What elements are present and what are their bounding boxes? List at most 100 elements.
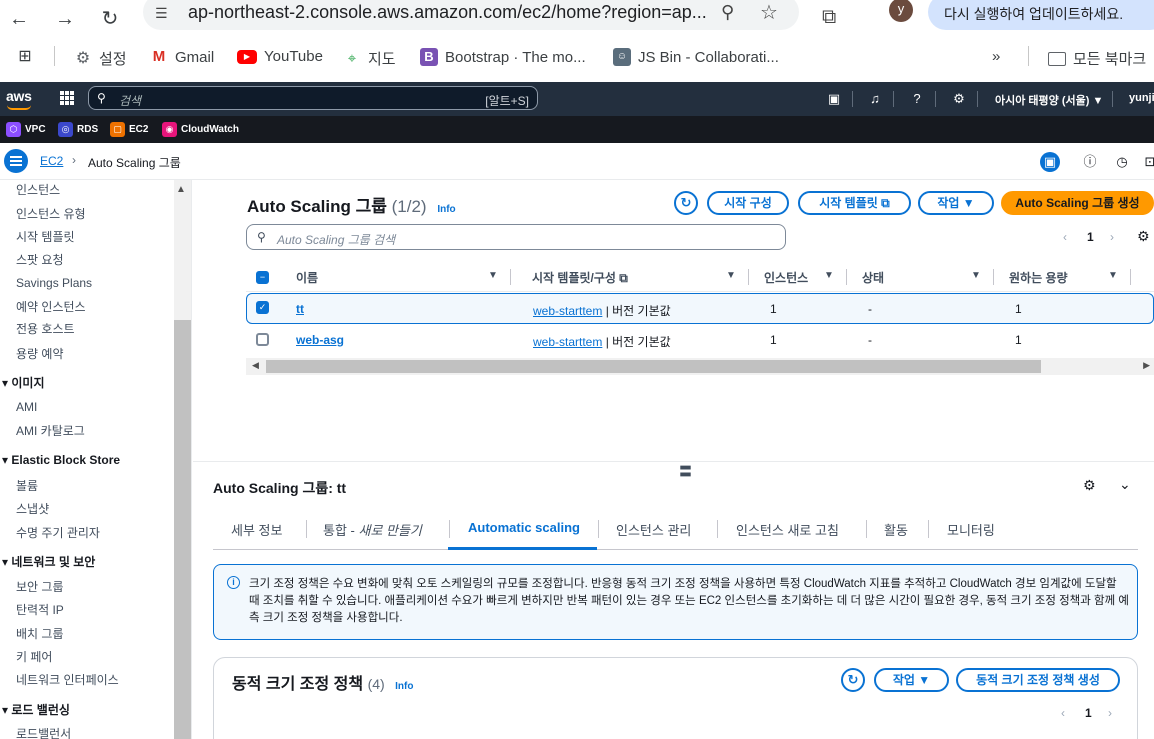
back-icon[interactable]: ←	[8, 8, 30, 30]
services-menu-icon[interactable]	[60, 91, 74, 105]
info-link[interactable]: Info	[395, 681, 413, 692]
bookmark-bootstrap[interactable]: B Bootstrap · The mo...	[420, 48, 586, 66]
sort-icon[interactable]: ▼	[1108, 270, 1118, 281]
address-bar[interactable]: ☰ ap-northeast-2.console.aws.amazon.com/…	[143, 0, 799, 30]
sort-icon[interactable]: ▼	[971, 270, 981, 281]
update-button[interactable]: 다시 실행하여 업데이트하세요.	[928, 0, 1154, 30]
current-page[interactable]: 1	[1087, 230, 1094, 244]
sidebar-section-ebs[interactable]: ▾ Elastic Block Store	[2, 453, 120, 467]
sidebar-item-volumes[interactable]: 볼륨	[16, 477, 38, 494]
table-row[interactable]: web-asg web-starttem | 버전 기본값 1 - 1	[246, 325, 1154, 356]
row-checkbox[interactable]: ✓	[256, 301, 269, 314]
favorite-ec2[interactable]: ▢ EC2	[110, 122, 148, 137]
sidebar-item-ami-catalog[interactable]: AMI 카탈로그	[16, 422, 85, 439]
favorite-cloudwatch[interactable]: ◉ CloudWatch	[162, 122, 239, 137]
tab-activity[interactable]: 활동	[884, 520, 908, 539]
zoom-icon[interactable]: ⚲	[721, 2, 734, 23]
sidebar-section-images[interactable]: ▾ 이미지	[2, 374, 44, 391]
column-status[interactable]: 상태	[862, 269, 884, 286]
sidebar-item-capacity-reservations[interactable]: 용량 예약	[16, 345, 64, 362]
menu-icon[interactable]	[4, 149, 28, 173]
info-icon[interactable]: ⓘ	[1080, 152, 1100, 172]
table-settings-icon[interactable]: ⚙	[1137, 228, 1150, 245]
asg-name-link[interactable]: web-asg	[296, 333, 344, 347]
bookmark-jsbin[interactable]: ☺ JS Bin - Collaborati...	[613, 48, 779, 66]
scroll-right-icon[interactable]: ▶	[1143, 360, 1150, 371]
template-link[interactable]: web-starttem	[533, 335, 602, 349]
row-checkbox[interactable]	[256, 333, 269, 346]
favorite-rds[interactable]: ◎ RDS	[58, 122, 98, 137]
sidebar-item-security-groups[interactable]: 보안 그룹	[16, 578, 64, 595]
sidebar-item-instance-types[interactable]: 인스턴스 유형	[16, 205, 86, 222]
launch-template-button[interactable]: 시작 템플릿 ⧉	[798, 191, 911, 215]
sidebar-item-savings-plans[interactable]: Savings Plans	[16, 276, 92, 290]
apps-icon[interactable]: ⊞	[16, 48, 34, 66]
sort-icon[interactable]: ▼	[726, 270, 736, 281]
scrollbar-thumb[interactable]	[266, 360, 1041, 373]
next-page-icon[interactable]: ›	[1110, 230, 1114, 244]
asg-search-input[interactable]: ⚲ Auto Scaling 그룹 검색	[246, 224, 786, 250]
account-menu[interactable]: yunji	[1129, 92, 1154, 104]
bookmark-youtube[interactable]: ▶ YouTube	[237, 48, 323, 65]
chevron-down-icon[interactable]: ⌄	[1119, 476, 1131, 493]
all-bookmarks[interactable]: 모든 북마크	[1048, 48, 1146, 69]
prev-page-icon[interactable]: ‹	[1063, 230, 1067, 244]
sidebar-item-key-pairs[interactable]: 키 페어	[16, 648, 52, 665]
sidebar-scrollbar-thumb[interactable]	[174, 320, 191, 739]
sidebar-item-placement-groups[interactable]: 배치 그룹	[16, 625, 64, 642]
info-link[interactable]: Info	[437, 204, 455, 215]
prev-page-icon[interactable]: ‹	[1061, 706, 1065, 720]
bookmark-settings[interactable]: ⚙ 설정	[74, 48, 127, 69]
bookmark-star-icon[interactable]: ☆	[760, 0, 778, 25]
help-icon[interactable]: ?	[909, 91, 925, 107]
next-page-icon[interactable]: ›	[1108, 706, 1112, 720]
tab-automatic-scaling[interactable]: Automatic scaling	[468, 520, 580, 535]
current-page[interactable]: 1	[1085, 706, 1092, 720]
favorite-vpc[interactable]: ⬡ VPC	[6, 122, 46, 137]
profile-avatar[interactable]: y	[889, 0, 913, 22]
sidebar-item-snapshots[interactable]: 스냅샷	[16, 500, 49, 517]
sort-icon[interactable]: ▼	[488, 270, 498, 281]
policy-actions-button[interactable]: 작업 ▼	[874, 668, 949, 692]
resize-handle-icon[interactable]: 〓	[679, 461, 692, 480]
create-asg-button[interactable]: Auto Scaling 그룹 생성	[1001, 191, 1154, 215]
tab-instance-refresh[interactable]: 인스턴스 새로 고침	[736, 520, 839, 539]
region-selector[interactable]: 아시아 태평양 (서울) ▼	[995, 92, 1103, 108]
sidebar-item-launch-templates[interactable]: 시작 템플릿	[16, 228, 75, 245]
settings-icon[interactable]: ⚙	[951, 91, 967, 107]
breadcrumb-ec2[interactable]: EC2	[40, 154, 63, 168]
sidebar-item-ami[interactable]: AMI	[16, 400, 37, 414]
tab-integrations[interactable]: 통합 - 새로 만들기	[323, 520, 422, 539]
sidebar-item-elastic-ips[interactable]: 탄력적 IP	[16, 601, 64, 618]
column-name[interactable]: 이름	[296, 269, 318, 286]
notifications-icon[interactable]: ♫	[867, 91, 883, 107]
forward-icon[interactable]: →	[54, 8, 76, 30]
select-all-checkbox[interactable]: −	[256, 271, 269, 284]
column-desired-capacity[interactable]: 원하는 용량	[1009, 269, 1068, 286]
tab-instance-management[interactable]: 인스턴스 관리	[616, 520, 691, 539]
scroll-left-icon[interactable]: ◀	[252, 360, 259, 371]
gear-icon[interactable]: ⚙	[1083, 477, 1096, 494]
bookmark-gmail[interactable]: M Gmail	[150, 48, 214, 66]
table-horizontal-scrollbar[interactable]: ◀ ▶	[246, 358, 1154, 375]
scroll-up-icon[interactable]: ▲	[176, 184, 186, 195]
create-policy-button[interactable]: 동적 크기 조정 정책 생성	[956, 668, 1120, 692]
site-settings-icon[interactable]: ☰	[155, 5, 175, 23]
bookmark-maps[interactable]: ⌖ 지도	[343, 48, 396, 69]
tab-monitoring[interactable]: 모니터링	[947, 520, 995, 539]
template-link[interactable]: web-starttem	[533, 304, 602, 318]
sidebar-item-spot-requests[interactable]: 스팟 요청	[16, 251, 64, 268]
sidebar-section-load-balancing[interactable]: ▾ 로드 밸런싱	[2, 701, 70, 718]
sidebar-item-instances[interactable]: 인스턴스	[16, 181, 60, 198]
table-row[interactable]: ✓ tt web-starttem | 버전 기본값 1 - 1	[246, 293, 1154, 324]
actions-button[interactable]: 작업 ▼	[918, 191, 994, 215]
refresh-button[interactable]: ↻	[841, 668, 865, 692]
asg-name-link[interactable]: tt	[296, 302, 304, 316]
panel-layout-icon[interactable]: ▣	[1040, 152, 1060, 172]
feedback-icon[interactable]: ⊡	[1140, 152, 1154, 172]
aws-search-input[interactable]: ⚲ 검색 [알트+S]	[88, 86, 538, 110]
column-instances[interactable]: 인스턴스	[764, 269, 808, 286]
launch-config-button[interactable]: 시작 구성	[707, 191, 789, 215]
reload-icon[interactable]: ↻	[99, 8, 121, 30]
history-icon[interactable]: ◷	[1112, 152, 1132, 172]
